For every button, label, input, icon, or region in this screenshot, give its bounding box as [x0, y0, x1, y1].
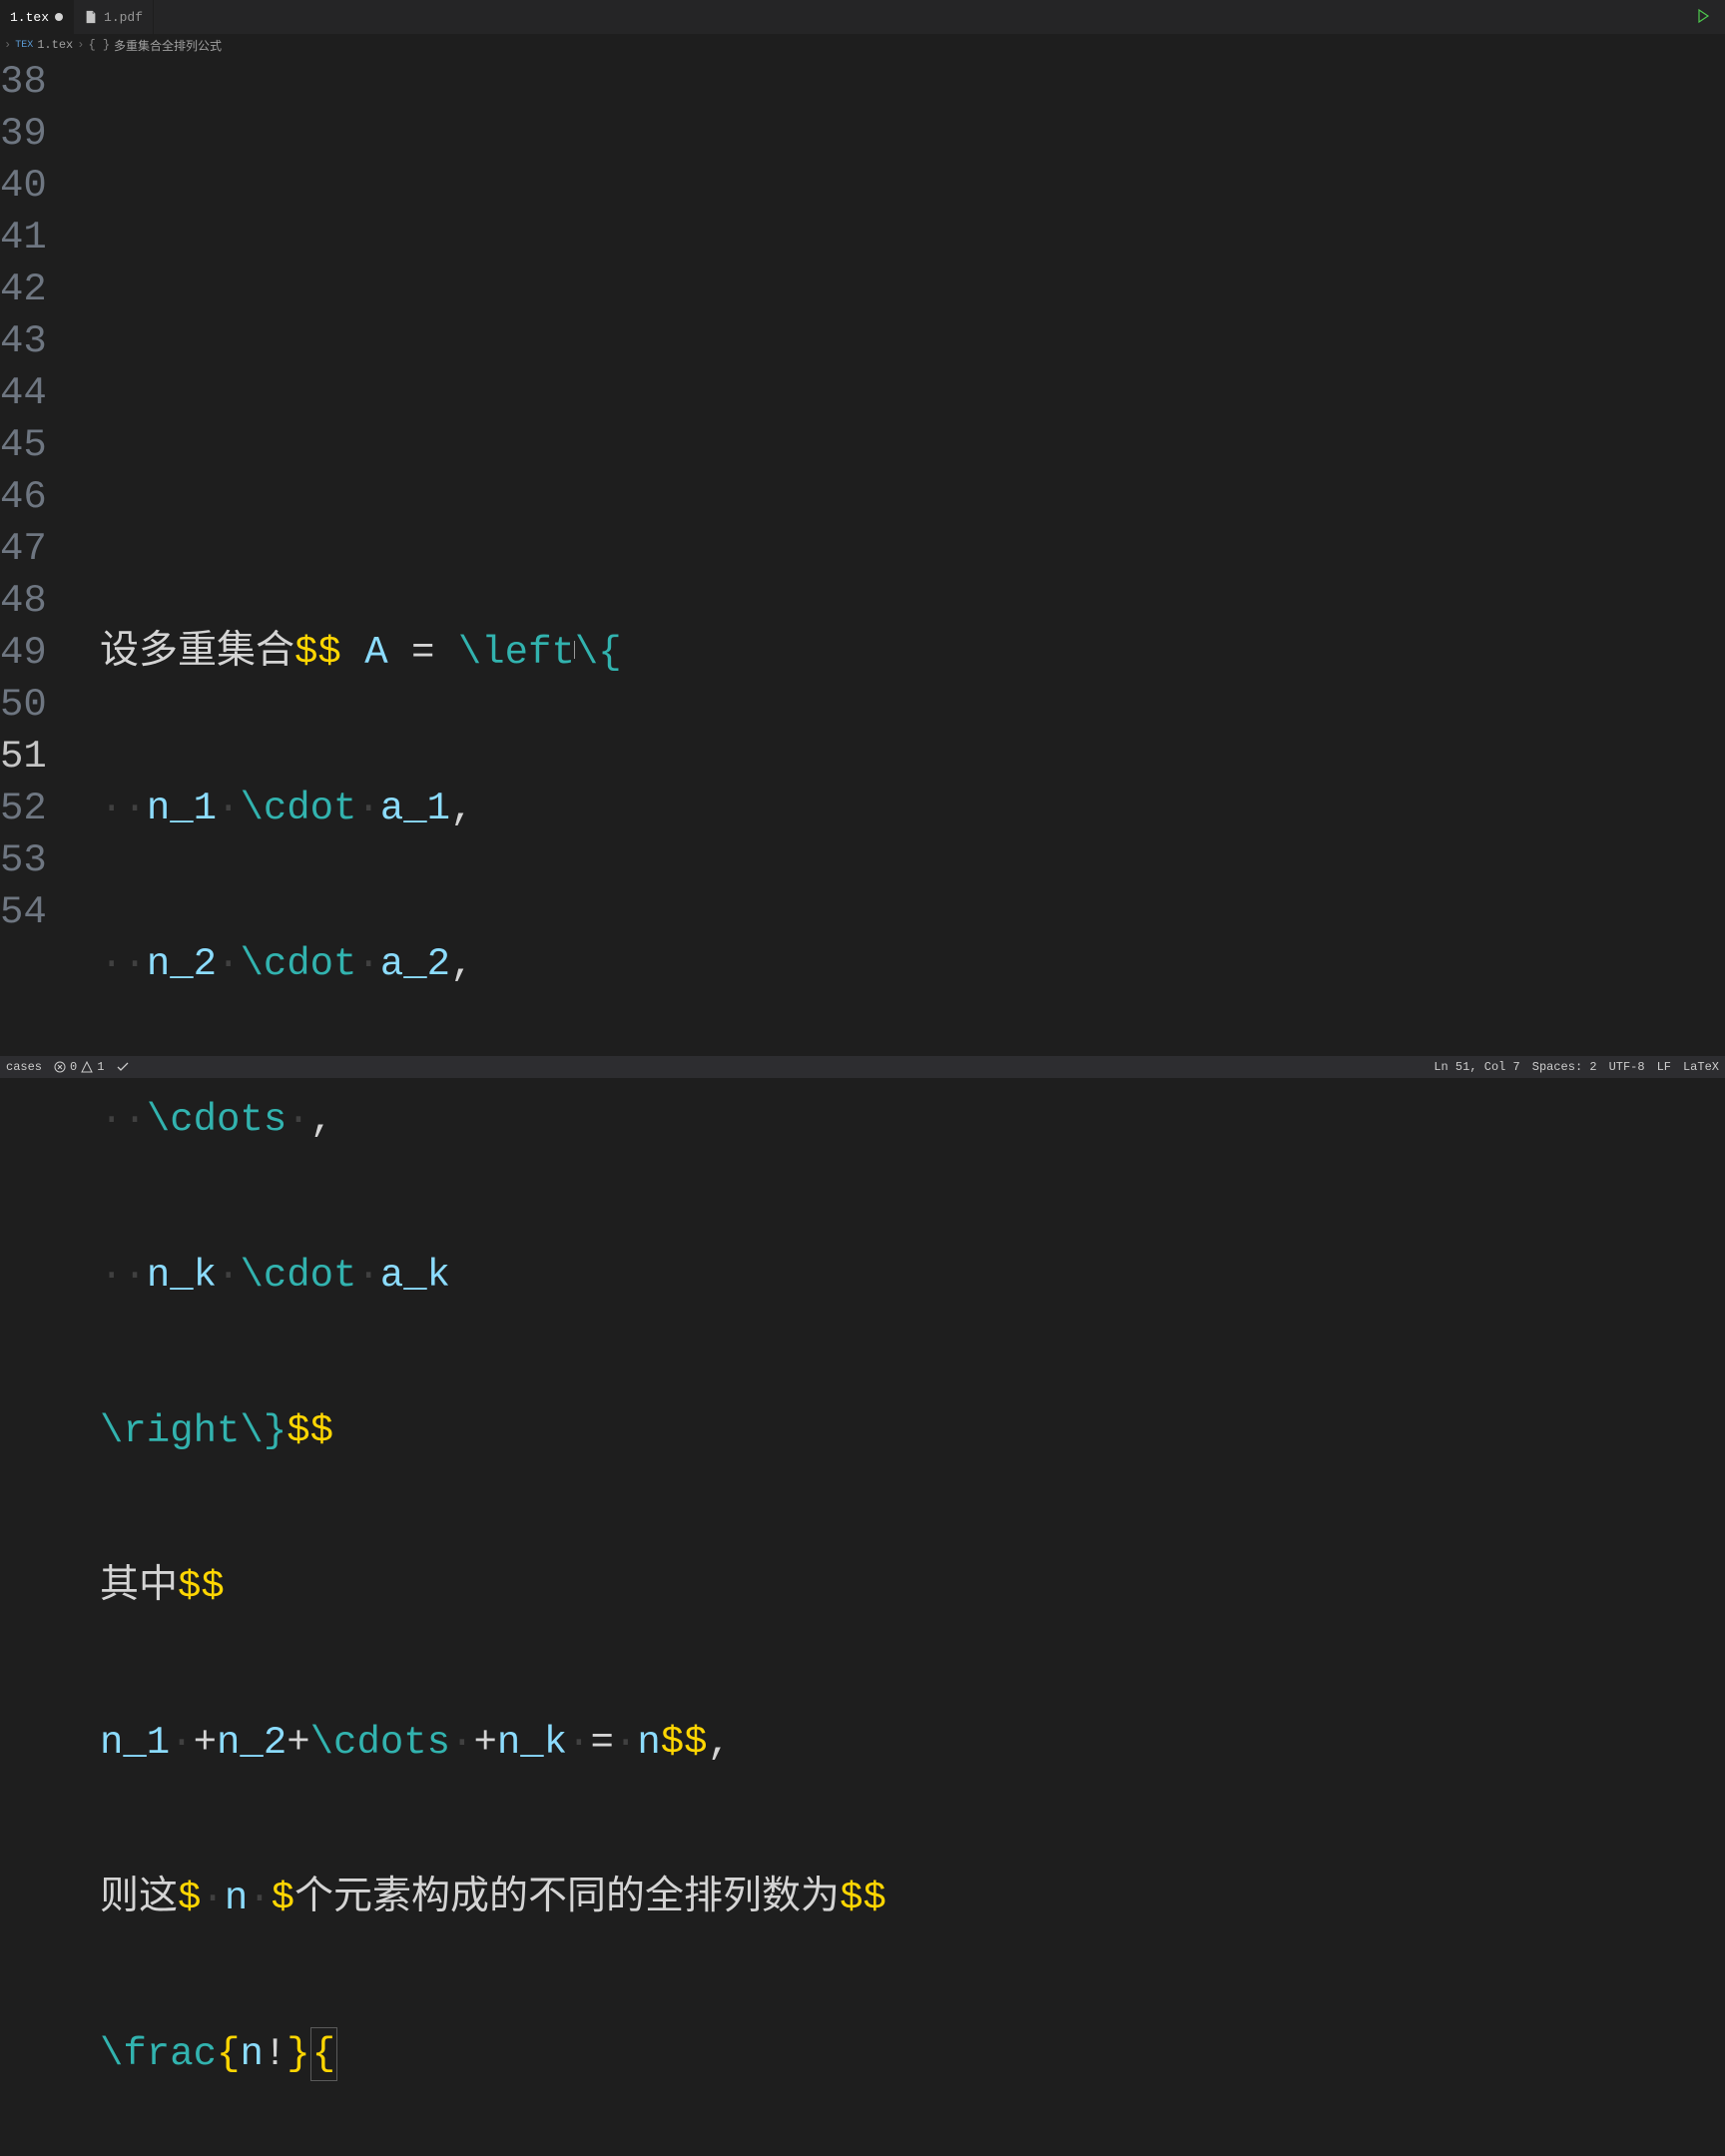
code-line: n_1·+n_2+\cdots·+n_k·=·n$$,: [100, 1717, 1725, 1769]
line-number: 39: [0, 108, 88, 160]
ibeam-cursor-icon: [574, 641, 575, 659]
status-bar: cases 0 1 Ln 51, Col 7 Spaces: 2 UTF-8 L…: [0, 1056, 1725, 1078]
error-icon: [54, 1061, 66, 1073]
line-number-gutter: 38 39 40 41 42 43 44 45 46 47 48 49 50 5…: [0, 56, 100, 1056]
line-number: 49: [0, 627, 88, 679]
status-indent[interactable]: Spaces: 2: [1532, 1060, 1597, 1074]
line-number: 46: [0, 471, 88, 523]
tab-tex[interactable]: 1.tex: [0, 0, 74, 34]
status-encoding[interactable]: UTF-8: [1609, 1060, 1645, 1074]
line-number: 38: [0, 56, 88, 108]
code-line: ··n_2·\cdot·a_2,: [100, 938, 1725, 990]
code-line: 则这$·n·$个元素构成的不同的全排列数为$$: [100, 1873, 1725, 1924]
warning-icon: [81, 1061, 93, 1073]
chevron-right-icon: ›: [4, 38, 11, 52]
line-number: 47: [0, 523, 88, 575]
tab-label: 1.pdf: [104, 10, 143, 25]
line-number: 40: [0, 160, 88, 212]
breadcrumb-file: 1.tex: [37, 38, 73, 52]
line-number: 50: [0, 679, 88, 731]
dirty-indicator-icon: [55, 13, 63, 21]
line-number: 45: [0, 419, 88, 471]
line-number: 51: [0, 731, 88, 783]
code-line: ··\cdots·,: [100, 1094, 1725, 1146]
line-number: 42: [0, 264, 88, 315]
line-number: 44: [0, 367, 88, 419]
code-line: [100, 315, 1725, 367]
code-line: \frac{n!}{: [100, 2028, 1725, 2080]
line-number: 48: [0, 575, 88, 627]
check-icon[interactable]: [116, 1060, 130, 1074]
symbol-braces-icon: { }: [88, 38, 110, 52]
editor[interactable]: 38 39 40 41 42 43 44 45 46 47 48 49 50 5…: [0, 56, 1725, 1056]
status-problems[interactable]: 0 1: [54, 1060, 104, 1074]
line-number: 52: [0, 783, 88, 834]
code-line: \right\}$$: [100, 1405, 1725, 1457]
status-cases[interactable]: cases: [6, 1060, 42, 1074]
tab-bar: 1.tex 1.pdf: [0, 0, 1725, 34]
code-content[interactable]: 设多重集合$$ A = \left\{ ··n_1·\cdot·a_1, ··n…: [100, 56, 1725, 1056]
line-number: 53: [0, 834, 88, 886]
code-line: [100, 160, 1725, 212]
run-button[interactable]: [1695, 8, 1711, 24]
line-number: 41: [0, 212, 88, 264]
tab-label: 1.tex: [10, 10, 49, 25]
code-line: 其中$$: [100, 1561, 1725, 1613]
breadcrumb-symbol: 多重集合全排列公式: [114, 37, 222, 54]
breadcrumb[interactable]: › TEX 1.tex › { } 多重集合全排列公式: [0, 34, 1725, 56]
chevron-right-icon: ›: [77, 38, 84, 52]
line-number: 54: [0, 886, 88, 938]
status-eol[interactable]: LF: [1657, 1060, 1671, 1074]
code-line: [100, 471, 1725, 523]
code-line: ··n_k·\cdot·a_k: [100, 1250, 1725, 1302]
tex-badge: TEX: [15, 40, 33, 51]
file-icon: [84, 10, 98, 24]
code-line: 设多重集合$$ A = \left\{: [100, 627, 1725, 679]
line-number: 43: [0, 315, 88, 367]
status-cursor-pos[interactable]: Ln 51, Col 7: [1434, 1060, 1519, 1074]
code-line: ··n_1·\cdot·a_1,: [100, 783, 1725, 834]
tab-pdf[interactable]: 1.pdf: [74, 0, 154, 34]
status-lang[interactable]: LaTeX: [1683, 1060, 1719, 1074]
